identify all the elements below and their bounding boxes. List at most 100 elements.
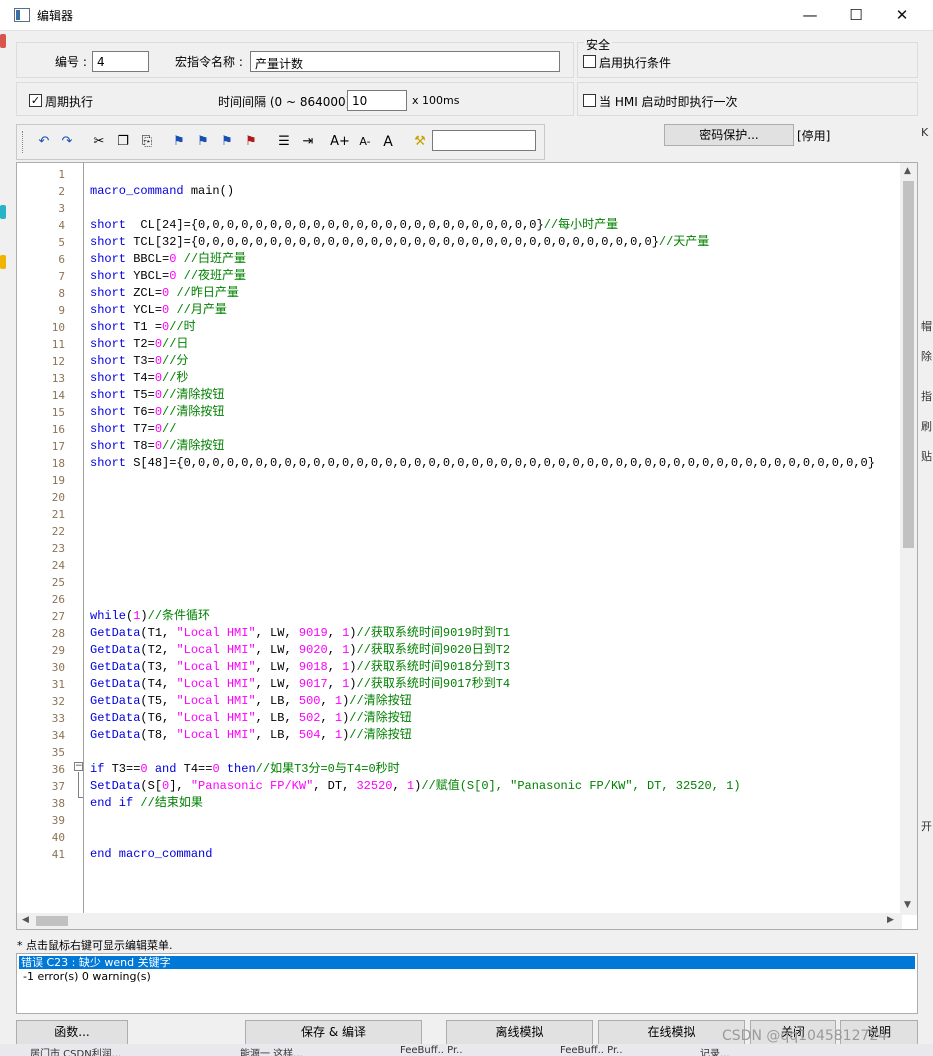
code-line[interactable]: GetData(T8, "Local HMI", LB, 504, 1)//清除… [90, 727, 412, 744]
offline-sim-button[interactable]: 离线模拟 [446, 1020, 593, 1046]
taskbar-item[interactable]: 居门市 CSDN利润... [30, 1045, 121, 1056]
code-line[interactable]: short S[48]={0,0,0,0,0,0,0,0,0,0,0,0,0,0… [90, 455, 875, 472]
minimize-button[interactable]: — [787, 0, 833, 31]
enable-condition-checkbox[interactable] [583, 55, 596, 68]
line-number: 28 [51, 627, 65, 640]
code-line[interactable]: short T8=0//清除按钮 [90, 438, 224, 455]
line-number: 18 [51, 457, 65, 470]
code-line[interactable]: macro_command main() [90, 183, 234, 200]
line-number: 38 [51, 797, 65, 810]
code-line[interactable]: short ZCL=0 //昨日产量 [90, 285, 239, 302]
background-window-edge [0, 255, 6, 269]
scroll-down-icon[interactable]: ▼ [904, 900, 911, 910]
taskbar-item[interactable]: FeeBuff.. Pr.. [560, 1045, 623, 1056]
bookmark-icon[interactable]: ⚑ [169, 133, 189, 151]
code-area[interactable]: 1 2 macro_command main() 3 4 short CL[24]={0,… [17, 165, 899, 913]
code-line[interactable]: short BBCL=0 //白班产量 [90, 251, 246, 268]
macro-name-label: 宏指令名称 : [175, 55, 243, 69]
code-line[interactable]: GetData(T3, "Local HMI", LW, 9018, 1)//获… [90, 659, 510, 676]
list-icon[interactable]: ☰ [274, 133, 294, 151]
font-increase-icon[interactable]: A+ [330, 133, 350, 151]
interval-field[interactable]: 10 [347, 90, 407, 111]
cut-icon[interactable]: ✂ [89, 133, 109, 151]
find-icon[interactable]: ⚒ [410, 133, 430, 151]
vertical-scroll-thumb[interactable] [903, 181, 914, 548]
macro-name-field[interactable]: 产量计数 [250, 51, 560, 72]
code-line[interactable]: short CL[24]={0,0,0,0,0,0,0,0,0,0,0,0,0,… [90, 217, 618, 234]
bookmark-next-icon[interactable]: ⚑ [193, 133, 213, 151]
editor-window: 编辑器 — ☐ ✕ 编号 : 4 宏指令名称 : 产量计数 安全 启用执行条件 … [0, 0, 933, 1056]
code-line[interactable]: short T5=0//清除按钮 [90, 387, 224, 404]
code-line[interactable]: short T1 =0//时 [90, 319, 196, 336]
line-number: 25 [51, 576, 65, 589]
hmi-startup-label: 当 HMI 启动时即执行一次 [599, 95, 738, 109]
close-window-button[interactable]: ✕ [879, 0, 925, 31]
code-line[interactable]: GetData(T2, "Local HMI", LW, 9020, 1)//获… [90, 642, 510, 659]
code-line[interactable]: GetData(T6, "Local HMI", LB, 502, 1)//清除… [90, 710, 412, 727]
code-line[interactable]: short T6=0//清除按钮 [90, 404, 224, 421]
status-label: [停用] [797, 129, 831, 143]
taskbar-item[interactable]: 记录... [700, 1045, 730, 1056]
paste-icon[interactable]: ⎘ [137, 133, 157, 151]
hmi-startup-checkbox[interactable] [583, 94, 596, 107]
bookmark-clear-icon[interactable]: ⚑ [241, 133, 261, 151]
code-line[interactable]: short YCL=0 //月产量 [90, 302, 227, 319]
undo-icon[interactable]: ↶ [34, 133, 54, 151]
code-line[interactable]: GetData(T1, "Local HMI", LW, 9019, 1)//获… [90, 625, 510, 642]
code-line[interactable]: SetData(S[0], "Panasonic FP/KW", DT, 325… [90, 778, 741, 795]
taskbar-item[interactable]: 能源一 这样... [240, 1045, 303, 1056]
interval-unit: x 100ms [412, 94, 460, 107]
bookmark-prev-icon[interactable]: ⚑ [217, 133, 237, 151]
functions-button[interactable]: 函数... [16, 1020, 128, 1046]
window-title: 编辑器 [37, 9, 74, 23]
fold-toggle-icon[interactable]: − [74, 762, 83, 771]
code-line[interactable]: end macro_command [90, 846, 212, 863]
scroll-right-icon[interactable]: ▶ [887, 915, 894, 925]
code-line[interactable]: short T3=0//分 [90, 353, 188, 370]
code-line[interactable]: short T7=0// [90, 421, 176, 438]
code-line[interactable]: short TCL[32]={0,0,0,0,0,0,0,0,0,0,0,0,0… [90, 234, 709, 251]
code-line[interactable]: while(1)//条件循环 [90, 608, 210, 625]
vertical-scrollbar[interactable]: ▲ ▼ [900, 163, 917, 915]
line-number: 22 [51, 525, 65, 538]
save-compile-button[interactable]: 保存 & 编译 [245, 1020, 422, 1046]
number-field[interactable]: 4 [92, 51, 149, 72]
line-number: 1 [58, 168, 65, 181]
font-icon[interactable]: A [378, 133, 398, 151]
background-window-edge: K 帽除指刷贴开 [919, 118, 933, 938]
line-number: 34 [51, 729, 65, 742]
close-icon: ✕ [895, 6, 909, 24]
redo-icon[interactable]: ↷ [57, 133, 77, 151]
toolbar-grip [22, 131, 25, 153]
scroll-left-icon[interactable]: ◀ [22, 915, 29, 925]
line-number: 11 [51, 338, 65, 351]
code-line[interactable]: short YBCL=0 //夜班产量 [90, 268, 246, 285]
indent-icon[interactable]: ⇥ [298, 133, 318, 151]
horizontal-scrollbar[interactable]: ◀ ▶ [17, 913, 902, 929]
code-line[interactable]: GetData(T4, "Local HMI", LW, 9017, 1)//获… [90, 676, 510, 693]
code-line[interactable]: if T3==0 and T4==0 then//如果T3分=0与T4=0秒时 [90, 761, 400, 778]
find-input[interactable] [432, 130, 536, 151]
horizontal-scroll-thumb[interactable] [36, 916, 68, 926]
line-number: 36 [51, 763, 65, 776]
font-decrease-icon[interactable]: A- [355, 133, 375, 151]
code-line[interactable]: short T4=0//秒 [90, 370, 188, 387]
background-text: 除 [921, 350, 932, 363]
code-line[interactable]: short T2=0//日 [90, 336, 188, 353]
code-line[interactable]: GetData(T5, "Local HMI", LB, 500, 1)//清除… [90, 693, 412, 710]
code-editor[interactable]: 1 2 macro_command main() 3 4 short CL[24]={0,… [16, 162, 918, 930]
scroll-up-icon[interactable]: ▲ [904, 166, 911, 176]
security-title: 安全 [584, 36, 613, 53]
periodic-checkbox[interactable]: ✓ [29, 94, 42, 107]
background-text: 指 [921, 390, 932, 403]
code-line[interactable]: end if //结束如果 [90, 795, 203, 812]
line-number: 37 [51, 780, 65, 793]
password-protect-button[interactable]: 密码保护... [664, 124, 794, 146]
line-number: 3 [58, 202, 65, 215]
error-output: 错误 C23 : 缺少 wend 关键字 -1 error(s) 0 warni… [16, 953, 918, 1014]
taskbar-item[interactable]: FeeBuff.. Pr.. [400, 1045, 463, 1056]
maximize-button[interactable]: ☐ [833, 0, 879, 31]
copy-icon[interactable]: ❐ [113, 133, 133, 151]
error-item[interactable]: 错误 C23 : 缺少 wend 关键字 [19, 956, 915, 969]
line-number: 13 [51, 372, 65, 385]
